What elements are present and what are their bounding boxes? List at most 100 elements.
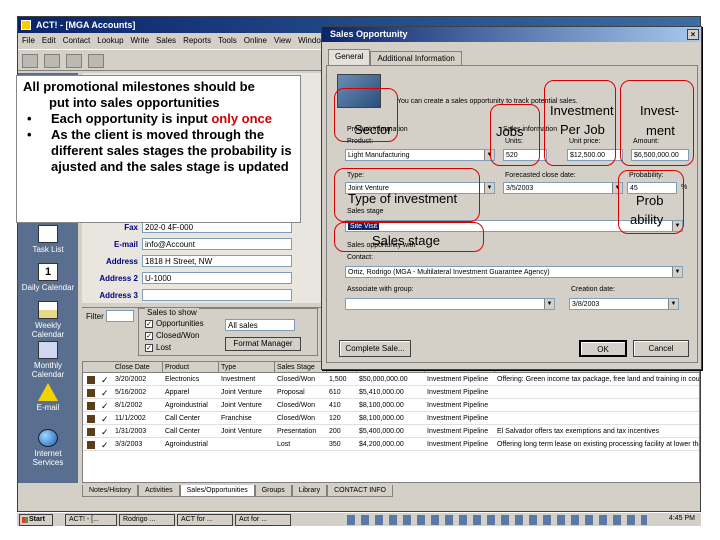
forecast-date-field[interactable]: 3/5/2003 ▼ xyxy=(503,182,623,194)
associate-group-select[interactable]: ▼ xyxy=(345,298,555,310)
close-icon[interactable]: × xyxy=(687,29,699,40)
product-value: Light Manufacturing xyxy=(348,152,410,159)
toolbar-button[interactable] xyxy=(22,54,38,68)
email-field[interactable]: info@Account xyxy=(142,238,292,250)
weekly-calendar-icon xyxy=(38,301,58,319)
table-row[interactable]: ✓ 11/1/2002 Call Center Franchise Closed/Won… xyxy=(83,413,699,425)
table-cell: Closed/Won xyxy=(277,415,316,422)
tab-library[interactable]: Library xyxy=(291,485,328,497)
label-sales-stage: Sales stage xyxy=(372,233,440,248)
table-row[interactable]: ✓ 5/16/2002 Apparel Joint Venture Proposal 61… xyxy=(83,387,699,399)
label-type-of-investment: Type of investment xyxy=(348,191,458,206)
tab-sales-opportunities[interactable]: Sales/Opportunities xyxy=(179,485,255,497)
table-cell: 8/1/2002 xyxy=(115,402,143,409)
taskbar-item[interactable]: Rodrigo ... xyxy=(119,514,175,526)
column-header[interactable]: Sales Stage xyxy=(275,362,327,373)
table-cell: Investment Pipeline xyxy=(427,389,489,396)
table-cell: 200 xyxy=(329,428,341,435)
menu-file[interactable]: File xyxy=(22,34,35,48)
label-probability-line1: Prob xyxy=(636,193,664,208)
cancel-button[interactable]: Cancel xyxy=(633,340,689,357)
table-row[interactable]: ✓ 1/31/2003 Call Center Joint Venture Presen… xyxy=(83,426,699,438)
address-field[interactable]: 1818 H Street, NW xyxy=(142,255,292,267)
start-button[interactable]: Start xyxy=(19,514,53,526)
sales-type-select[interactable]: All sales xyxy=(225,319,295,331)
table-cell: El Salvador offers tax exemptions and ta… xyxy=(497,428,660,435)
menu-contact[interactable]: Contact xyxy=(63,34,91,48)
table-cell: 3/20/2002 xyxy=(115,376,147,383)
tab-contact-info[interactable]: CONTACT INFO xyxy=(327,485,393,497)
table-cell: Call Center xyxy=(165,428,201,435)
table-row[interactable]: ✓ 3/20/2002 Electronics Investment Closed/Wo… xyxy=(83,374,699,386)
filter-select[interactable] xyxy=(106,310,134,322)
taskbar-item[interactable]: ACT for ... xyxy=(177,514,233,526)
table-cell: Agroindustrial xyxy=(165,402,208,409)
menu-sales[interactable]: Sales xyxy=(156,34,176,48)
opportunity-icon xyxy=(87,376,95,384)
opportunity-icon xyxy=(87,402,95,410)
label-investment-per-job-line2: Per Job xyxy=(560,122,605,137)
taskbar-item[interactable]: Act for ... xyxy=(235,514,291,526)
tab-general[interactable]: General xyxy=(328,49,371,65)
table-cell: Agroindustrial xyxy=(165,441,208,448)
note-bullet: Each opportunity is input only once xyxy=(23,111,294,127)
table-cell: Electronics xyxy=(165,376,200,383)
tab-groups[interactable]: Groups xyxy=(254,485,292,497)
checkbox-lost[interactable]: ✓ Lost xyxy=(145,343,171,353)
table-cell: Call Center xyxy=(165,415,201,422)
nav-item-monthly-calendar[interactable]: Monthly Calendar xyxy=(18,341,78,379)
checkmark-icon: ✓ xyxy=(101,388,109,398)
table-row[interactable]: ✓ 3/3/2003 Agroindustrial Lost 350 $4,200,000… xyxy=(83,439,699,451)
address-2-field[interactable]: U-1000 xyxy=(142,272,292,284)
address-3-field[interactable] xyxy=(142,289,292,301)
menu-edit[interactable]: Edit xyxy=(42,34,56,48)
column-header[interactable]: Type xyxy=(219,362,275,373)
toolbar-button[interactable] xyxy=(88,54,104,68)
taskbar-item[interactable]: ACT! - [... xyxy=(65,514,117,526)
menu-tools[interactable]: Tools xyxy=(218,34,237,48)
nav-item-daily-calendar[interactable]: 1 Daily Calendar xyxy=(18,263,78,292)
label-investment-line1: Invest- xyxy=(640,103,680,118)
complete-sale-button[interactable]: Complete Sale... xyxy=(339,340,411,357)
menu-reports[interactable]: Reports xyxy=(183,34,211,48)
format-manager-button[interactable]: Format Manager xyxy=(225,337,301,351)
nav-label: Weekly Calendar xyxy=(31,321,65,339)
tab-notes-history[interactable]: Notes/History xyxy=(82,485,139,497)
field-label: Address 2 xyxy=(99,274,138,283)
nav-item-internet-services[interactable]: Internet Services xyxy=(18,429,78,467)
nav-item-task-list[interactable]: Task List xyxy=(18,225,78,254)
checkbox-opportunities[interactable]: ✓ Opportunities xyxy=(145,319,204,329)
checkbox-closed-won[interactable]: ✓ Closed/Won xyxy=(145,331,199,341)
ok-button[interactable]: OK xyxy=(579,340,627,357)
table-cell: Closed/Won xyxy=(277,376,316,383)
nav-item-email[interactable]: E-mail xyxy=(18,383,78,412)
menu-online[interactable]: Online xyxy=(244,34,267,48)
table-cell xyxy=(495,413,699,425)
opportunity-icon xyxy=(87,428,95,436)
nav-label: Monthly Calendar xyxy=(31,361,65,379)
table-cell xyxy=(495,400,699,412)
product-select[interactable]: Light Manufacturing ▼ xyxy=(345,149,495,161)
menu-write[interactable]: Write xyxy=(131,34,150,48)
menu-view[interactable]: View xyxy=(274,34,291,48)
table-cell: 11/1/2002 xyxy=(115,415,146,422)
table-cell: Joint Venture xyxy=(221,428,262,435)
table-row[interactable]: ✓ 8/1/2002 Agroindustrial Joint Venture Clos… xyxy=(83,400,699,412)
nav-item-weekly-calendar[interactable]: Weekly Calendar xyxy=(18,301,78,339)
note-bullet-text: Each opportunity is input xyxy=(51,111,212,126)
tab-additional-information[interactable]: Additional Information xyxy=(370,51,462,65)
toolbar-button[interactable] xyxy=(44,54,60,68)
table-cell: 350 xyxy=(329,441,341,448)
table-cell: Proposal xyxy=(277,389,305,396)
menu-lookup[interactable]: Lookup xyxy=(97,34,123,48)
table-cell: $8,100,000.00 xyxy=(359,402,404,409)
associate-label: Associate with group: xyxy=(347,286,414,293)
opportunity-icon xyxy=(87,441,95,449)
contact-select[interactable]: Ortiz, Rodrigo (MGA - Multilateral Inves… xyxy=(345,266,683,278)
table-cell: Investment Pipeline xyxy=(427,376,489,383)
column-header[interactable]: Close Date xyxy=(113,362,163,373)
column-header[interactable]: Product xyxy=(163,362,219,373)
toolbar-button[interactable] xyxy=(66,54,82,68)
creation-date-field[interactable]: 3/8/2003 ▼ xyxy=(569,298,679,310)
tab-activities[interactable]: Activities xyxy=(138,485,180,497)
